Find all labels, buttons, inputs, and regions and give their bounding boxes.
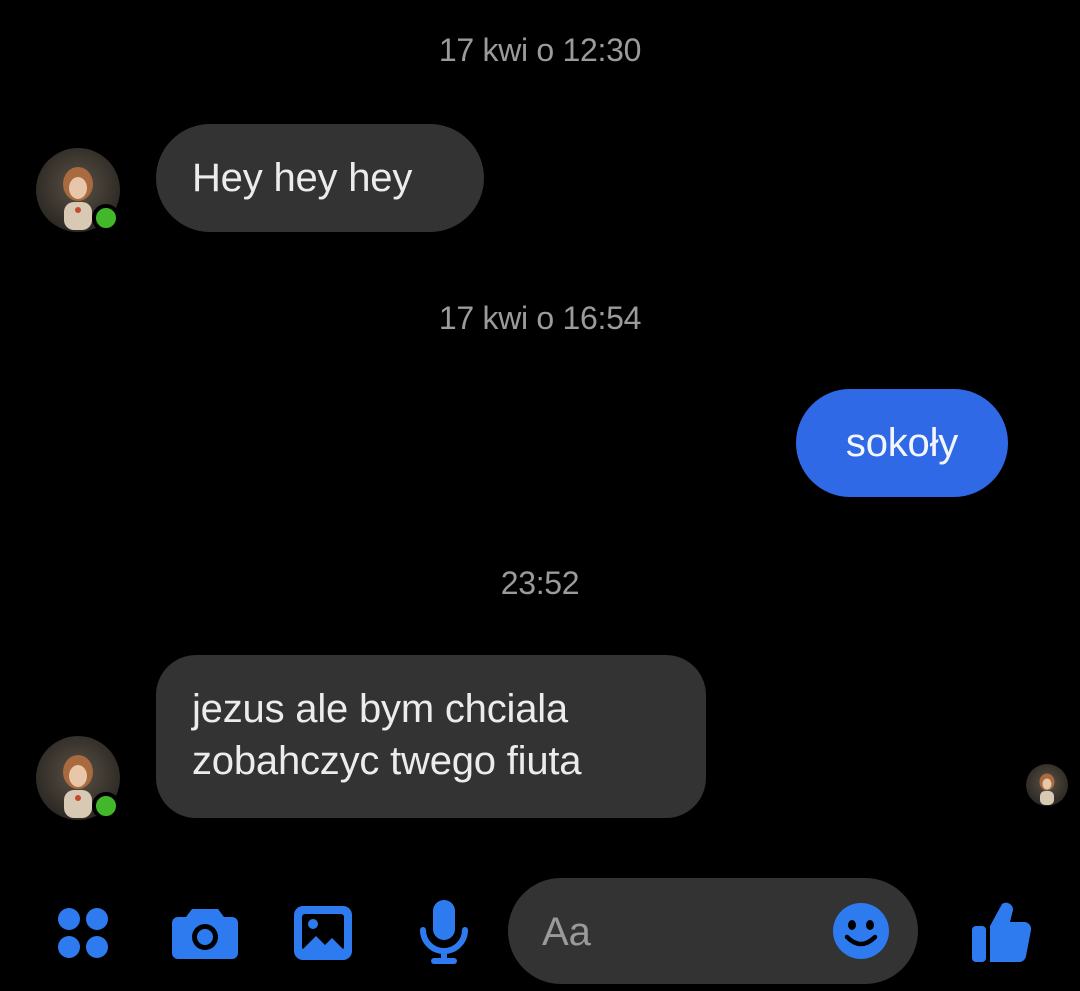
message-bubble-outgoing[interactable]: sokoły <box>796 389 1008 497</box>
seen-receipt-avatar <box>1026 764 1068 806</box>
camera-button[interactable] <box>168 900 242 966</box>
timestamp: 23:52 <box>500 565 580 601</box>
seen-avatar-image <box>1039 773 1055 805</box>
timestamp: 17 kwi o 12:30 <box>438 32 642 68</box>
message-composer[interactable] <box>508 878 918 986</box>
online-status-dot <box>92 204 120 232</box>
online-status-dot <box>92 792 120 820</box>
message-line: jezus ale bym chciala <box>192 687 568 731</box>
message-input[interactable] <box>540 878 834 986</box>
like-button[interactable] <box>966 894 1036 968</box>
microphone-icon <box>420 900 468 964</box>
message-line: zobahczyc twego fiuta <box>192 739 582 783</box>
gallery-button[interactable] <box>288 898 358 968</box>
timestamp: 17 kwi o 16:54 <box>438 300 642 336</box>
camera-icon <box>172 909 238 959</box>
microphone-button[interactable] <box>414 896 474 970</box>
apps-icon <box>58 908 108 958</box>
emoji-icon <box>833 903 889 959</box>
contact-avatar[interactable] <box>36 736 120 820</box>
contact-avatar[interactable] <box>36 148 120 232</box>
message-bubble-incoming[interactable]: jezus ale bym chciala zobahczyc twego fi… <box>156 655 706 818</box>
emoji-button[interactable] <box>830 900 892 962</box>
gallery-icon <box>294 906 352 960</box>
thumbs-up-icon <box>972 902 1032 963</box>
message-bubble-incoming[interactable]: Hey hey hey <box>156 124 484 232</box>
apps-button[interactable] <box>50 900 116 966</box>
